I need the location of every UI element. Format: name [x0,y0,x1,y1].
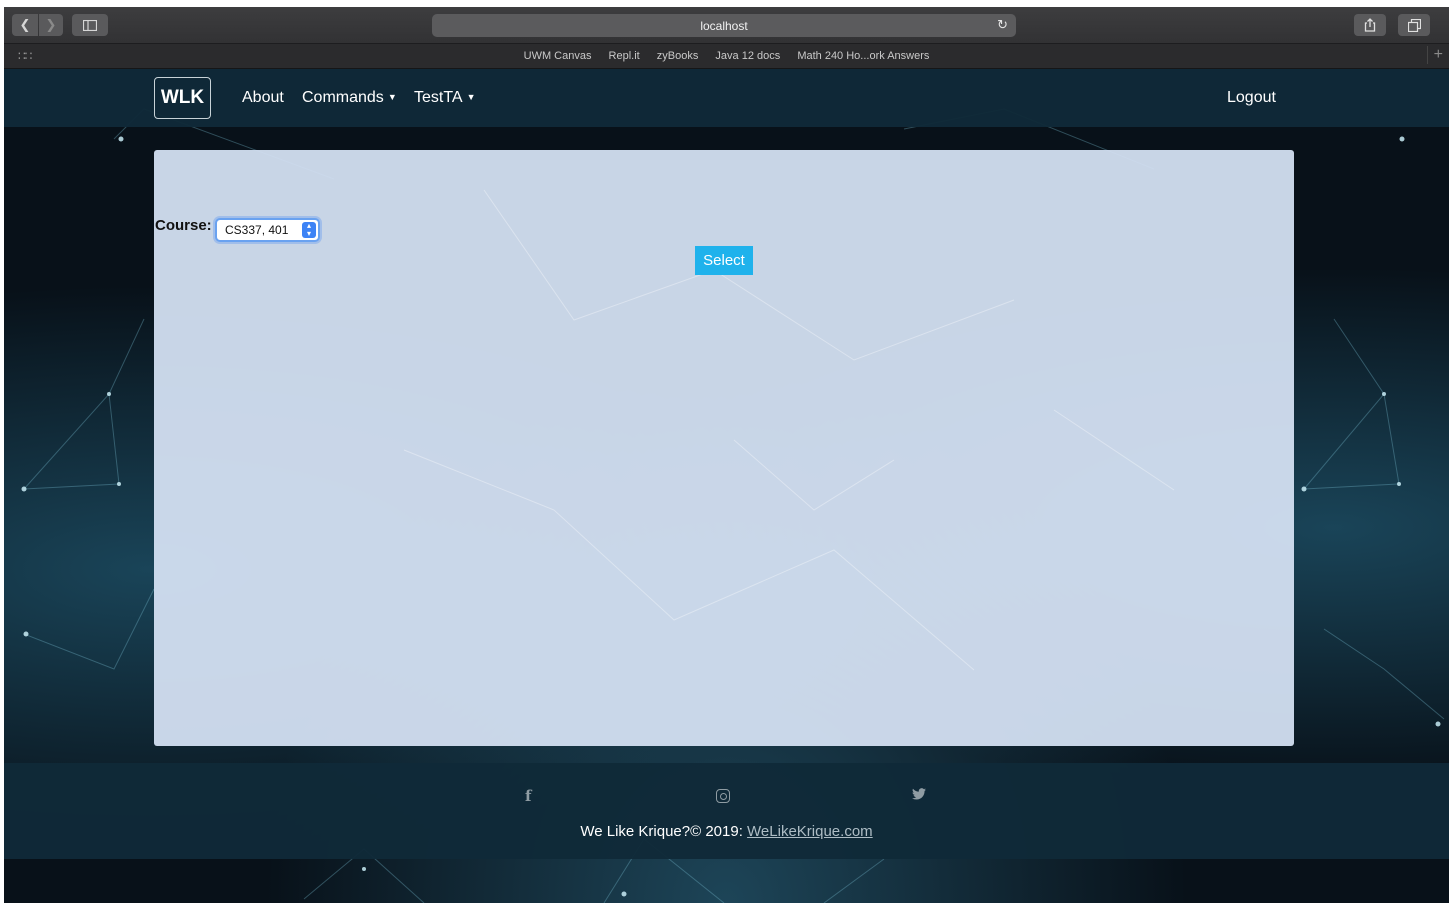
course-select[interactable]: CS337, 401 ▴ ▾ [215,218,320,242]
url-text: localhost [700,18,748,33]
copyright-text: We Like Krique?© 2019: [580,823,748,840]
bookmark-list: UWM Canvas Repl.it zyBooks Java 12 docs … [4,50,1449,62]
bookmark-java-docs[interactable]: Java 12 docs [715,50,780,62]
footer-site-link[interactable]: WeLikeKrique.com [747,823,873,840]
new-tab-plus-icon[interactable]: + [1426,46,1443,64]
reload-icon[interactable]: ↻ [997,17,1008,33]
logout-link[interactable]: Logout [1227,89,1276,107]
share-button[interactable] [1354,14,1386,36]
web-page: WLK About Commands ▼ TestTA ▼ Logout Cours… [4,69,1449,903]
nav-user-dropdown[interactable]: TestTA ▼ [414,89,476,107]
sidebar-toggle-button[interactable] [72,14,108,36]
sidebar-icon [83,19,97,31]
nav-commands-dropdown[interactable]: Commands ▼ [302,89,397,107]
course-label: Course: [155,217,212,234]
content-panel: Course: CS337, 401 ▴ ▾ Select [154,150,1294,746]
bookmark-replit[interactable]: Repl.it [609,50,640,62]
top-navbar: WLK About Commands ▼ TestTA ▼ Logout [4,69,1449,127]
bookmark-zybooks[interactable]: zyBooks [657,50,699,62]
show-tabs-button[interactable] [1398,14,1430,36]
footer-copyright: We Like Krique?© 2019: WeLikeKrique.com [4,823,1449,840]
share-icon [1364,18,1376,32]
facebook-icon[interactable]: f [525,787,531,805]
footer: f We Like Krique?© 2019: WeLikeKrique.co… [4,763,1449,859]
select-button[interactable]: Select [695,246,753,275]
chevron-right-icon: ❯ [45,17,57,32]
back-button[interactable]: ❮ [12,14,38,36]
brand-logo[interactable]: WLK [154,77,211,119]
course-select-value: CS337, 401 [225,223,289,237]
select-arrows-icon: ▴ ▾ [302,222,316,238]
nav-about-link[interactable]: About [242,89,284,107]
tabs-icon [1407,18,1421,32]
browser-toolbar: ❮ ❯ localhost ↻ [4,7,1449,44]
caret-down-icon: ▼ [466,92,476,102]
nav-user-label: TestTA [414,89,463,106]
instagram-icon[interactable] [716,789,730,803]
bookmark-uwm-canvas[interactable]: UWM Canvas [524,50,592,62]
address-bar[interactable]: localhost ↻ [432,14,1016,37]
chevron-left-icon: ❮ [19,17,31,32]
panel-network-texture [403,189,1175,671]
forward-button[interactable]: ❯ [39,14,63,36]
nav-commands-label: Commands [302,89,384,106]
twitter-icon[interactable] [912,787,926,804]
bookmark-math-240[interactable]: Math 240 Ho...ork Answers [797,50,929,62]
bookmarks-bar: ∷∷ UWM Canvas Repl.it zyBooks Java 12 do… [4,44,1449,69]
caret-down-icon: ▼ [387,92,397,102]
browser-window: ❮ ❯ localhost ↻ ∷∷ UWM Canvas Repl.it zy… [4,7,1449,903]
